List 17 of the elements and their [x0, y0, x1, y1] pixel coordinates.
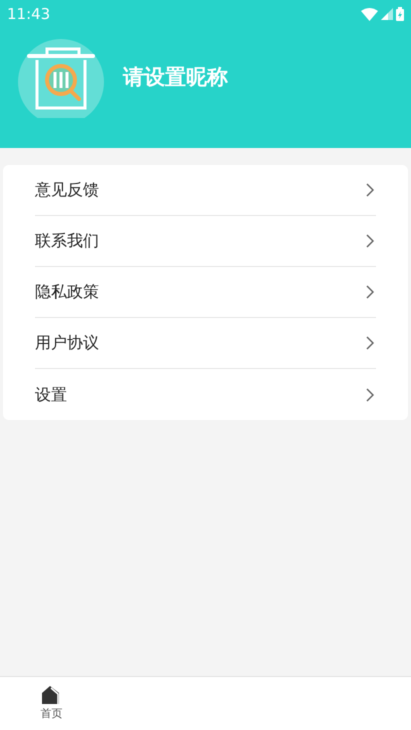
nav-tab[interactable]: 首页 — [0, 677, 103, 730]
menu-item[interactable]: 设置 — [35, 369, 376, 420]
menu-item[interactable]: 隐私政策 — [35, 267, 376, 318]
menu-item[interactable]: 用户协议 — [35, 318, 376, 369]
signal-icon — [381, 8, 393, 20]
home-icon — [41, 684, 62, 705]
chevron-right-icon — [366, 285, 374, 299]
menu-item[interactable]: 联系我们 — [35, 216, 376, 267]
menu-item[interactable]: 意见反馈 — [35, 165, 376, 216]
wifi-icon — [361, 8, 378, 20]
battery-icon — [396, 7, 404, 21]
chevron-right-icon — [366, 234, 374, 248]
chevron-right-icon — [366, 388, 374, 402]
chevron-right-icon — [366, 183, 374, 197]
status-time: 11:43 — [7, 4, 50, 25]
chevron-right-icon — [366, 336, 374, 350]
avatar-trash-search-icon — [17, 38, 105, 118]
